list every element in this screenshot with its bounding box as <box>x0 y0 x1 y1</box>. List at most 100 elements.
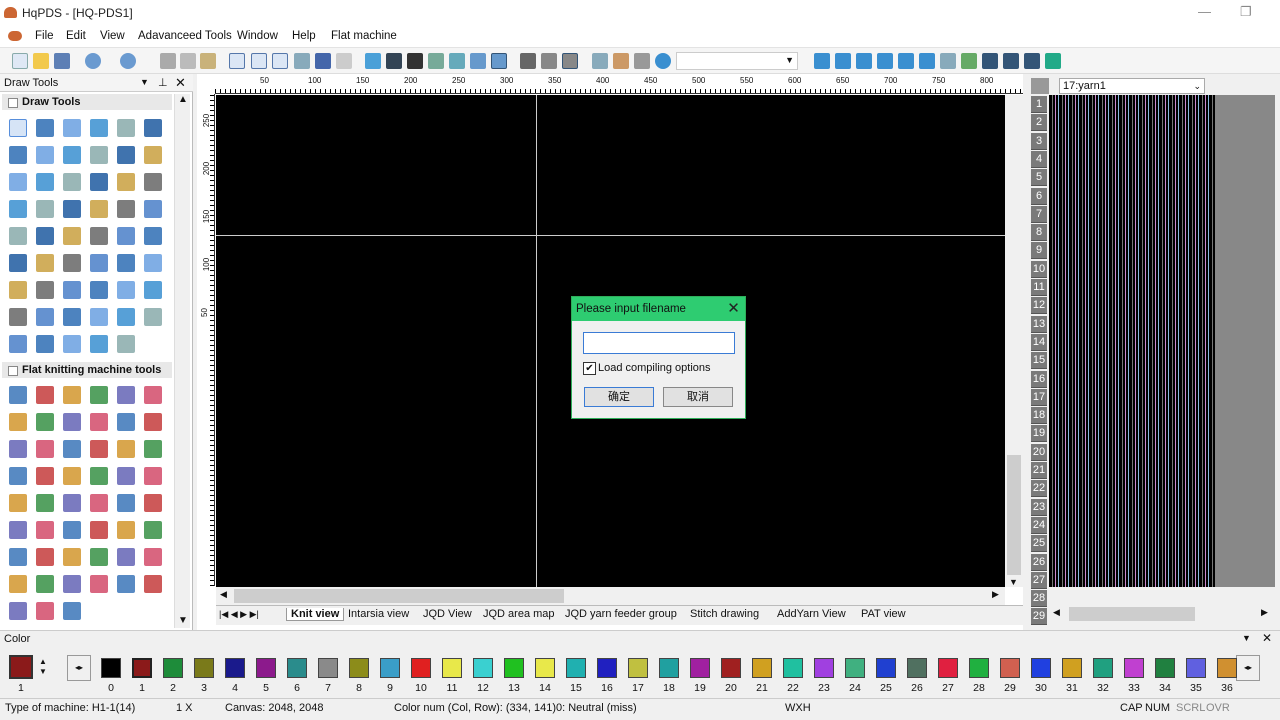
color-swatch[interactable] <box>225 658 245 678</box>
copy-icon[interactable] <box>180 53 196 69</box>
knit-tool-30-icon[interactable] <box>144 494 162 512</box>
knit-tool-23-icon[interactable] <box>117 467 135 485</box>
pattern-icon[interactable] <box>386 53 402 69</box>
color-swatch[interactable] <box>287 658 307 678</box>
tab-pat-view[interactable]: PAT view <box>857 608 910 620</box>
icon-view-icon[interactable] <box>272 53 288 69</box>
knit-tool-27-icon[interactable] <box>63 494 81 512</box>
row-number[interactable]: 5 <box>1031 169 1047 187</box>
color-swatch[interactable] <box>504 658 524 678</box>
knit-tool-25-icon[interactable] <box>9 494 27 512</box>
snowflake-icon[interactable] <box>365 53 381 69</box>
draw-tool-34-icon[interactable] <box>90 254 108 272</box>
row-number[interactable]: 19 <box>1031 425 1047 443</box>
restore-icon[interactable]: ❐ <box>1240 4 1252 20</box>
color-swatch[interactable] <box>876 658 896 678</box>
color-swatch[interactable] <box>752 658 772 678</box>
row-number[interactable]: 2 <box>1031 114 1047 132</box>
knit-tool-12-icon[interactable] <box>1045 53 1061 69</box>
menu-view[interactable]: View <box>100 30 125 42</box>
layer2-icon[interactable] <box>541 53 557 69</box>
draw-tool-43-icon[interactable] <box>9 308 27 326</box>
row-number[interactable]: 28 <box>1031 590 1047 608</box>
knit-tool-14-icon[interactable] <box>36 440 54 458</box>
draw-tool-16-icon[interactable] <box>90 173 108 191</box>
knit-tool-28-icon[interactable] <box>90 494 108 512</box>
row-number[interactable]: 4 <box>1031 150 1047 168</box>
color-swatch[interactable] <box>473 658 493 678</box>
knit-tool-13-icon[interactable] <box>9 440 27 458</box>
row-number[interactable]: 29 <box>1031 608 1047 626</box>
row-number[interactable]: 10 <box>1031 260 1047 278</box>
scroll-thumb[interactable] <box>1007 455 1021 575</box>
draw-tool-12-icon[interactable] <box>144 146 162 164</box>
color-swatch[interactable] <box>1186 658 1206 678</box>
draw-tool-51-icon[interactable] <box>63 335 81 353</box>
row-number[interactable]: 15 <box>1031 352 1047 370</box>
knit-tool-7-icon[interactable] <box>9 413 27 431</box>
yarn-select[interactable]: 17:yarn1 ⌄ <box>1059 78 1205 94</box>
knit-tool-5-icon[interactable] <box>117 386 135 404</box>
color-swatch[interactable] <box>938 658 958 678</box>
color-swatch[interactable] <box>535 658 555 678</box>
color-swatch[interactable] <box>1062 658 1082 678</box>
panel-menu-icon[interactable]: ▼ <box>140 77 149 87</box>
row-number[interactable]: 26 <box>1031 553 1047 571</box>
knit-tool-16-icon[interactable] <box>90 440 108 458</box>
view-mode-icon[interactable] <box>491 53 507 69</box>
color-swatch[interactable] <box>1124 658 1144 678</box>
row-number[interactable]: 16 <box>1031 370 1047 388</box>
draw-tool-37-icon[interactable] <box>9 281 27 299</box>
draw-tool-38-icon[interactable] <box>36 281 54 299</box>
color-swatch[interactable] <box>349 658 369 678</box>
draw-tool-6-icon[interactable] <box>144 119 162 137</box>
canvas-vertical-scrollbar[interactable]: ▼ <box>1005 95 1023 587</box>
info-icon[interactable] <box>251 53 267 69</box>
color-swatch[interactable] <box>1093 658 1113 678</box>
yarn-hscrollbar[interactable]: ◀ ▶ <box>1049 605 1275 623</box>
move-icon[interactable] <box>294 53 310 69</box>
menu-window[interactable]: Window <box>237 30 278 42</box>
draw-tool-49-icon[interactable] <box>9 335 27 353</box>
color-swatch[interactable] <box>1000 658 1020 678</box>
open-folder-icon[interactable] <box>33 53 49 69</box>
draw-tool-3-icon[interactable] <box>63 119 81 137</box>
canvas-horizontal-scrollbar[interactable]: ◀ ▶ <box>216 587 1005 605</box>
color-swatch[interactable] <box>1031 658 1051 678</box>
color-swatch[interactable] <box>411 658 431 678</box>
layer-icon[interactable] <box>520 53 536 69</box>
color-swatch[interactable] <box>194 658 214 678</box>
close-icon[interactable]: ✕ <box>1262 631 1272 645</box>
row-number[interactable]: 6 <box>1031 187 1047 205</box>
draw-tool-45-icon[interactable] <box>63 308 81 326</box>
scroll-right-icon[interactable]: ▶ <box>992 589 999 600</box>
knit-tool-6-icon[interactable] <box>919 53 935 69</box>
tab-jqd-area-map[interactable]: JQD area map <box>479 608 559 620</box>
menu-flat-machine[interactable]: Flat machine <box>331 30 397 42</box>
row-number[interactable]: 18 <box>1031 407 1047 425</box>
menu-help[interactable]: Help <box>292 30 316 42</box>
knit-tool-33-icon[interactable] <box>63 521 81 539</box>
color-swatch[interactable] <box>783 658 803 678</box>
color-swatch[interactable] <box>163 658 183 678</box>
brush-icon[interactable] <box>613 53 629 69</box>
row-number[interactable]: 1 <box>1031 96 1047 113</box>
tag-icon[interactable] <box>634 53 650 69</box>
copy-pattern-icon[interactable] <box>428 53 444 69</box>
scroll-down-icon[interactable]: ▼ <box>178 615 188 626</box>
knit-tool-29-icon[interactable] <box>117 494 135 512</box>
cut-icon[interactable] <box>160 53 176 69</box>
knit-tool-36-icon[interactable] <box>144 521 162 539</box>
knit-tool-44-icon[interactable] <box>36 575 54 593</box>
row-number[interactable]: 9 <box>1031 242 1047 260</box>
new-file-icon[interactable] <box>12 53 28 69</box>
color-swatch[interactable] <box>380 658 400 678</box>
binoculars-icon[interactable] <box>407 53 423 69</box>
color-swatch[interactable] <box>566 658 586 678</box>
knit-tool-24-icon[interactable] <box>144 467 162 485</box>
row-number[interactable]: 11 <box>1031 279 1047 296</box>
knit-tool-35-icon[interactable] <box>117 521 135 539</box>
knit-tool-4-icon[interactable] <box>90 386 108 404</box>
menu-file[interactable]: File <box>35 30 54 42</box>
draw-tool-24-icon[interactable] <box>144 200 162 218</box>
